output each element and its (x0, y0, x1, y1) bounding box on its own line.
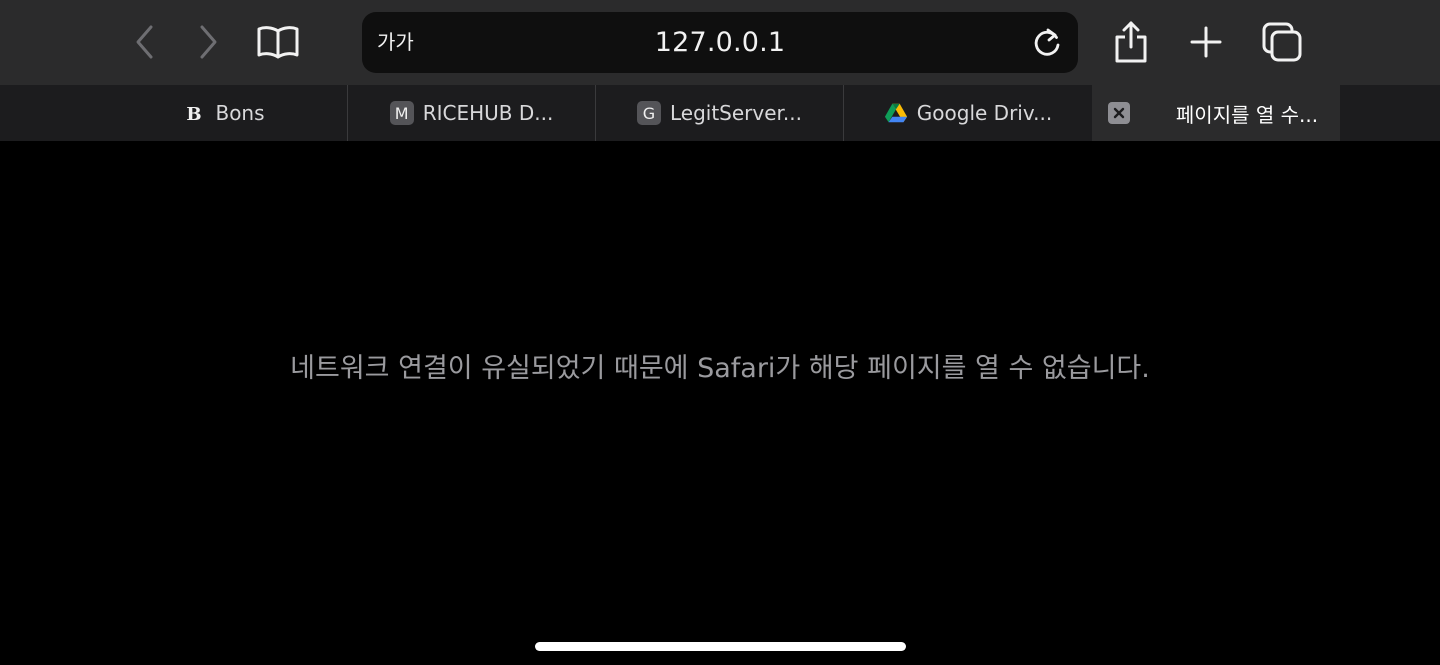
error-message: 네트워크 연결이 유실되었기 때문에 Safari가 해당 페이지를 열 수 없… (290, 353, 1150, 384)
tab-title: Google Driv... (916, 101, 1053, 125)
google-drive-icon (884, 101, 908, 125)
tab-bar: B Bons M RICEHUB D... G LegitServer... G… (0, 85, 1440, 141)
tab-title: LegitServer... (669, 101, 802, 125)
tabs-icon (1262, 22, 1302, 62)
bons-favicon-icon: B (182, 101, 206, 125)
tabs-overview-button[interactable] (1257, 17, 1307, 67)
svg-text:B: B (187, 104, 202, 123)
url-field[interactable]: 127.0.0.1 (362, 12, 1078, 73)
legitserver-favicon-icon: G (636, 101, 661, 125)
forward-button[interactable] (183, 17, 233, 67)
ricehub-favicon-icon: M (389, 101, 414, 125)
tab-title: 페이지를 열 수... (1175, 102, 1319, 127)
share-button[interactable] (1106, 17, 1156, 67)
reload-button[interactable] (1030, 26, 1064, 60)
browser-toolbar: 가가 127.0.0.1 (0, 0, 1440, 85)
bookmarks-button[interactable] (253, 17, 303, 67)
tab-bons[interactable]: B Bons (100, 85, 348, 141)
tab-ricehub[interactable]: M RICEHUB D... (348, 85, 596, 141)
book-icon (257, 26, 299, 59)
address-bar[interactable]: 가가 127.0.0.1 (362, 12, 1078, 73)
home-indicator[interactable] (535, 642, 906, 651)
new-tab-button[interactable] (1181, 17, 1231, 67)
tab-error-page[interactable]: 페이지를 열 수... (1092, 85, 1340, 141)
share-icon (1115, 21, 1147, 63)
tab-google-drive[interactable]: Google Driv... (844, 85, 1092, 141)
reload-icon (1034, 28, 1060, 56)
tab-legitserver[interactable]: G LegitServer... (596, 85, 844, 141)
close-icon (1113, 107, 1125, 119)
plus-icon (1190, 26, 1222, 58)
close-tab-button[interactable] (1108, 102, 1130, 124)
tab-title: RICEHUB D... (422, 101, 554, 125)
chevron-left-icon (136, 25, 153, 59)
tab-title: Bons (215, 101, 265, 125)
chevron-right-icon (200, 25, 217, 59)
page-content: 네트워크 연결이 유실되었기 때문에 Safari가 해당 페이지를 열 수 없… (0, 141, 1440, 665)
back-button[interactable] (120, 17, 170, 67)
